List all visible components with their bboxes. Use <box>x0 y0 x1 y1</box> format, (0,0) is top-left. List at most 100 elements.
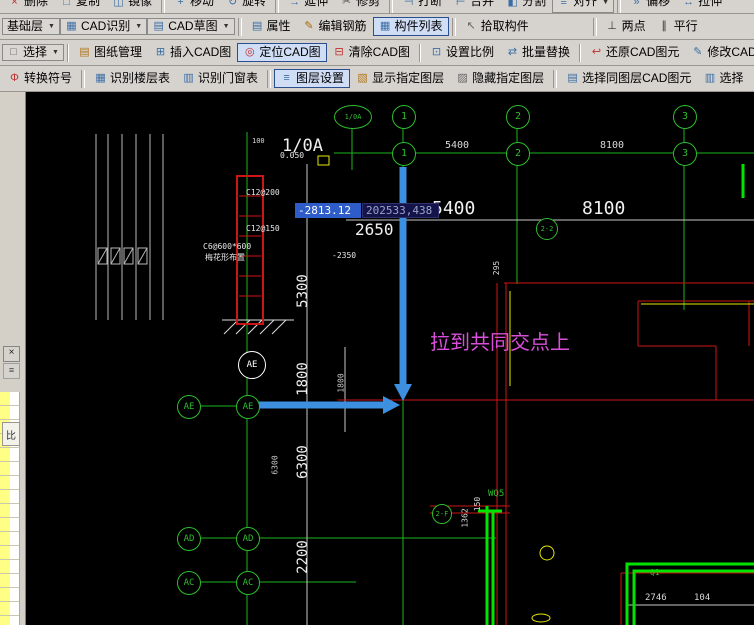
axis-bubble-3[interactable]: 3 <box>673 105 697 129</box>
toolbar-separator <box>66 43 69 62</box>
axis-bubble-2-2[interactable]: 2-2 <box>536 218 558 240</box>
panel-tab[interactable]: 比 <box>2 422 20 446</box>
trim-button[interactable]: ✂ 修剪 <box>334 0 386 13</box>
extend-button[interactable]: → 延伸 <box>282 0 334 13</box>
panel-close-button[interactable]: × <box>3 346 20 362</box>
floor-select-label: 基础层 <box>7 18 44 33</box>
axis-bubble-ac[interactable]: AC <box>177 571 201 595</box>
select-mode-combo[interactable]: □ 选择 ▼ <box>2 43 64 62</box>
show-specified-layer-button-icon: ▧ <box>357 72 368 84</box>
axis-bubble-2-f[interactable]: 2-F <box>432 504 452 524</box>
axis-bubble-3[interactable]: 3 <box>673 142 697 166</box>
axis-bubble-2[interactable]: 2 <box>506 105 530 129</box>
axis-bubble-ac[interactable]: AC <box>236 571 260 595</box>
component-list-button-label: 构件列表 <box>394 18 443 33</box>
rotate-button-label: 旋转 <box>242 0 267 9</box>
hide-specified-layer-button-icon: ▨ <box>457 72 468 84</box>
hide-specified-layer-button[interactable]: ▨ 隐藏指定图层 <box>450 69 550 88</box>
clear-cad-button[interactable]: ⊟ 清除CAD图 <box>327 43 416 62</box>
axis-bubble-1[interactable]: 1 <box>392 105 416 129</box>
break-button[interactable]: ⊣ 打断 <box>396 0 448 13</box>
cad-canvas[interactable]: -2813.12 202533,438 1/0A 5400 8100 5400 8100… <box>26 92 754 625</box>
pick-component-button-label: 拾取构件 <box>480 18 529 33</box>
convert-symbol-button-icon: Φ <box>10 72 19 84</box>
cad-linework <box>95 127 754 625</box>
edit-rebar-button[interactable]: ✎ 编辑钢筋 <box>297 17 373 36</box>
recognize-floor-table-button[interactable]: ▦ 识别楼层表 <box>88 69 176 88</box>
merge-button[interactable]: ⊢ 合并 <box>448 0 500 13</box>
split-button[interactable]: ◧ 分割 <box>500 0 552 13</box>
layer-settings-button-label: 图层设置 <box>296 70 345 85</box>
set-scale-button[interactable]: ⊡ 设置比例 <box>424 43 500 62</box>
component-list-button-icon: ▦ <box>379 20 391 32</box>
dim-5300-vertical: 5300 <box>294 274 311 308</box>
cad-recognize-select-label: CAD识别 <box>80 18 131 33</box>
floor-select[interactable]: 基础层 ▼ <box>2 17 60 36</box>
drag-hint-text: 拉到共同交点上 <box>430 330 570 354</box>
move-button[interactable]: + 移动 <box>168 0 220 13</box>
coordinate-input-primary[interactable]: -2813.12 <box>295 203 361 218</box>
insert-cad-button[interactable]: ⊞ 插入CAD图 <box>148 43 237 62</box>
mirror-button[interactable]: ◫ 镜像 <box>106 0 158 13</box>
toolbar-separator <box>419 43 421 62</box>
axis-bubble-1[interactable]: 1 <box>392 142 416 166</box>
restore-cad-button[interactable]: ↩ 还原CAD图元 <box>584 43 685 62</box>
axis-bubble-1-0a[interactable]: 1/0A <box>334 105 372 129</box>
stretch-button[interactable]: ↔ 拉伸 <box>676 0 728 13</box>
pick-component-button-icon: ↖ <box>466 20 476 32</box>
batch-replace-button[interactable]: ⇄ 批量替换 <box>500 43 576 62</box>
modify-cad-button[interactable]: ✎ 修改CAD图元 <box>685 43 754 62</box>
truncated-toolbar-button[interactable]: ▥ 选择 <box>697 69 749 88</box>
dropdown-arrow-icon: ▼ <box>48 23 55 30</box>
break-button-label: 打断 <box>418 0 443 9</box>
rotate-button-icon: ↻ <box>227 0 238 8</box>
merge-button-label: 合并 <box>470 0 495 9</box>
drawing-manager-button[interactable]: ▤ 图纸管理 <box>72 43 148 62</box>
properties-button[interactable]: ▤ 属性 <box>245 17 297 36</box>
select-same-layer-cad-button[interactable]: ▤ 选择同图层CAD图元 <box>560 69 697 88</box>
restore-cad-button-label: 还原CAD图元 <box>606 44 680 59</box>
convert-symbol-button[interactable]: Φ 转换符号 <box>2 69 78 88</box>
coordinate-input-secondary[interactable]: 202533,438 <box>362 203 439 218</box>
offset-button[interactable]: » 偏移 <box>624 0 676 13</box>
modify-cad-button-label: 修改CAD图元 <box>707 44 754 59</box>
toolbar-layer-row: Φ 转换符号 ▦ 识别楼层表 ▥ 识别门窗表 ≡ 图层设置 ▧ 显示指定图层 ▨ 隐藏指定图层 ▤ 选择同… <box>0 66 754 92</box>
toolbar-separator <box>389 0 394 13</box>
align-button[interactable]: ≡ 对齐 ▼ <box>552 0 615 13</box>
layer-settings-button[interactable]: ≡ 图层设置 <box>274 68 351 89</box>
locate-cad-button-label: 定位CAD图 <box>259 44 321 59</box>
pick-component-button[interactable]: ↖ 拾取构件 <box>459 17 535 36</box>
cad-sketch-select[interactable]: ▤ CAD草图 ▼ <box>147 17 235 36</box>
axis-bubble-ad[interactable]: AD <box>177 527 201 551</box>
move-button-icon: + <box>177 0 184 8</box>
axis-bubble-2[interactable]: 2 <box>506 142 530 166</box>
show-specified-layer-button[interactable]: ▧ 显示指定图层 <box>350 69 450 88</box>
axis-bubble-ae[interactable]: AE <box>238 351 266 379</box>
axis-bubble-ae[interactable]: AE <box>236 395 260 419</box>
toolbar-separator <box>81 69 86 88</box>
align-button-label: 对齐 <box>573 0 598 9</box>
wall-label-wq5: WQ5 <box>488 489 505 499</box>
axis-bubble-ae[interactable]: AE <box>177 395 201 419</box>
toolbar-separator <box>553 69 558 88</box>
delete-button[interactable]: × 删除 <box>2 0 54 13</box>
extend-button-icon: → <box>289 0 301 8</box>
toolbar-separator <box>237 17 242 36</box>
copy-button[interactable]: □ 复制 <box>54 0 106 13</box>
cad-recognize-select[interactable]: ▦ CAD识别 ▼ <box>59 17 148 36</box>
stretch-button-icon: ↔ <box>683 0 695 8</box>
toolbar-main-row: 基础层 ▼ ▦ CAD识别 ▼ ▤ CAD草图 ▼ ▤ 属性 ✎ 编辑钢筋 ▦ 构件列表 ↖ 拾取构件 ⊥ 两点 ∥… <box>0 14 754 40</box>
recognize-door-window-table-button[interactable]: ▥ 识别门窗表 <box>176 69 264 88</box>
two-point-button[interactable]: ⊥ 两点 <box>600 17 652 36</box>
locate-cad-button[interactable]: ◎ 定位CAD图 <box>237 42 327 63</box>
recognize-door-window-table-button-icon: ▥ <box>183 72 194 84</box>
parallel-button[interactable]: ∥ 平行 <box>652 17 704 36</box>
dim-8100-small: 8100 <box>600 140 625 151</box>
panel-expand-icon[interactable]: ≡ <box>3 363 20 379</box>
toolbar-separator <box>451 17 456 36</box>
component-list-button[interactable]: ▦ 构件列表 <box>372 16 449 37</box>
rotate-button[interactable]: ↻ 旋转 <box>220 0 272 13</box>
dim-295: 295 <box>492 260 502 276</box>
axis-bubble-ad[interactable]: AD <box>236 527 260 551</box>
two-point-button-icon: ⊥ <box>607 20 617 32</box>
